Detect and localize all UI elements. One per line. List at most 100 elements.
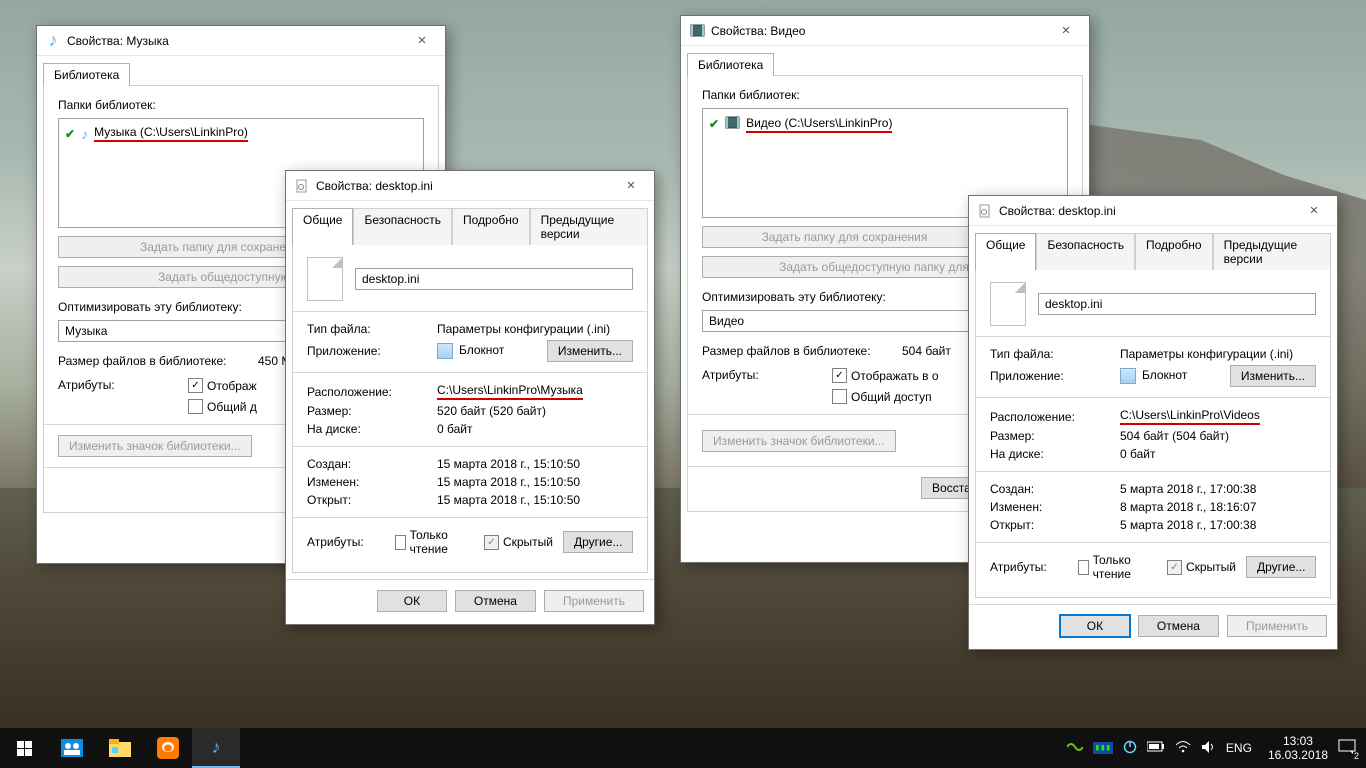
accessed-label: Открыт: xyxy=(307,493,427,507)
task-contacts[interactable] xyxy=(48,728,96,768)
tabs: Библиотека xyxy=(37,56,445,85)
readonly-checkbox[interactable]: Только чтение xyxy=(395,528,460,556)
music-icon: ♪ xyxy=(81,126,88,142)
titlebar[interactable]: Свойства: desktop.ini xyxy=(969,196,1337,226)
folders-label: Папки библиотек: xyxy=(58,98,424,112)
apply-button[interactable]: Применить xyxy=(544,590,644,612)
application-value: Блокнот xyxy=(459,343,504,357)
filename-input[interactable]: desktop.ini xyxy=(1038,293,1316,315)
file-icon xyxy=(294,178,310,194)
library-size-label: Размер файлов в библиотеке: xyxy=(702,344,892,358)
accessed-label: Открыт: xyxy=(990,518,1110,532)
notepad-icon xyxy=(437,343,453,359)
dialog-title: Свойства: Музыка xyxy=(67,34,399,48)
music-icon: ♪ xyxy=(45,33,61,49)
close-button[interactable] xyxy=(1291,196,1337,226)
titlebar[interactable]: Свойства: Видео xyxy=(681,16,1089,46)
notepad-icon xyxy=(1120,368,1136,384)
dialog-title: Свойства: desktop.ini xyxy=(316,179,608,193)
close-button[interactable] xyxy=(399,26,445,56)
set-save-folder-button[interactable]: Задать папку для сохранения xyxy=(702,226,987,248)
clock-time: 13:03 xyxy=(1268,734,1328,748)
list-item[interactable]: ✔ ♪ Музыка (C:\Users\LinkinPro) xyxy=(65,123,417,144)
attributes-label: Атрибуты: xyxy=(307,535,385,549)
accessed-value: 5 марта 2018 г., 17:00:38 xyxy=(1120,518,1256,532)
tab-previous-versions[interactable]: Предыдущие версии xyxy=(1213,233,1331,270)
hidden-checkbox[interactable]: Скрытый xyxy=(484,535,553,550)
folders-label: Папки библиотек: xyxy=(702,88,1068,102)
location-value: C:\Users\LinkinPro\Музыка xyxy=(437,383,583,400)
close-button[interactable] xyxy=(608,171,654,201)
tab-previous-versions[interactable]: Предыдущие версии xyxy=(530,208,648,245)
close-button[interactable] xyxy=(1043,16,1089,46)
cancel-button[interactable]: Отмена xyxy=(1138,615,1219,637)
change-library-icon-button[interactable]: Изменить значок библиотеки... xyxy=(58,435,252,457)
task-uc-browser[interactable] xyxy=(144,728,192,768)
tray-battery-icon[interactable] xyxy=(1147,741,1165,755)
tray-nvidia-icon[interactable] xyxy=(1067,741,1083,756)
folder-path: Музыка (C:\Users\LinkinPro) xyxy=(94,125,248,142)
video-icon xyxy=(725,115,740,133)
change-app-button[interactable]: Изменить... xyxy=(1230,365,1316,387)
application-label: Приложение: xyxy=(307,344,427,358)
tabs: Библиотека xyxy=(681,46,1089,75)
list-item[interactable]: ✔ Видео (C:\Users\LinkinPro) xyxy=(709,113,1061,135)
tab-details[interactable]: Подробно xyxy=(452,208,530,245)
tabs: Общие Безопасность Подробно Предыдущие в… xyxy=(969,226,1337,269)
tray-volume-icon[interactable] xyxy=(1201,740,1216,757)
tray-clock[interactable]: 13:03 16.03.2018 xyxy=(1268,734,1328,762)
tab-library[interactable]: Библиотека xyxy=(687,53,774,76)
created-label: Создан: xyxy=(307,457,427,471)
clock-date: 16.03.2018 xyxy=(1268,748,1328,762)
advanced-attributes-button[interactable]: Другие... xyxy=(563,531,633,553)
tray-language[interactable]: ENG xyxy=(1226,741,1252,755)
tab-panel: desktop.ini Тип файла:Параметры конфигур… xyxy=(975,269,1331,598)
application-value: Блокнот xyxy=(1142,368,1187,382)
public-access-checkbox[interactable]: Общий доступ xyxy=(832,389,939,404)
check-icon: ✔ xyxy=(65,127,75,141)
tab-library[interactable]: Библиотека xyxy=(43,63,130,86)
cancel-button[interactable]: Отмена xyxy=(455,590,536,612)
created-value: 5 марта 2018 г., 17:00:38 xyxy=(1120,482,1256,496)
readonly-checkbox[interactable]: Только чтение xyxy=(1078,553,1143,581)
apply-button[interactable]: Применить xyxy=(1227,615,1327,637)
tab-details[interactable]: Подробно xyxy=(1135,233,1213,270)
task-music-player[interactable]: ♪ xyxy=(192,728,240,768)
modified-value: 15 марта 2018 г., 15:10:50 xyxy=(437,475,580,489)
task-explorer[interactable] xyxy=(96,728,144,768)
tray-wifi-icon[interactable] xyxy=(1175,741,1191,756)
advanced-attributes-button[interactable]: Другие... xyxy=(1246,556,1316,578)
change-library-icon-button[interactable]: Изменить значок библиотеки... xyxy=(702,430,896,452)
size-value: 504 байт (504 байт) xyxy=(1120,429,1229,443)
start-button[interactable] xyxy=(0,728,48,768)
show-in-nav-checkbox[interactable]: Отображать в о xyxy=(832,368,939,383)
video-icon xyxy=(689,23,705,39)
titlebar[interactable]: ♪ Свойства: Музыка xyxy=(37,26,445,56)
tray-battery-indicator[interactable]: ▮▮▮ xyxy=(1093,742,1113,754)
tray-power-icon[interactable] xyxy=(1123,740,1137,757)
location-label: Расположение: xyxy=(307,385,427,399)
titlebar[interactable]: Свойства: desktop.ini xyxy=(286,171,654,201)
size-label: Размер: xyxy=(307,404,427,418)
size-on-disk-label: На диске: xyxy=(307,422,427,436)
modified-value: 8 марта 2018 г., 18:16:07 xyxy=(1120,500,1256,514)
tab-security[interactable]: Безопасность xyxy=(353,208,452,245)
tab-panel: desktop.ini Тип файла:Параметры конфигур… xyxy=(292,244,648,573)
created-value: 15 марта 2018 г., 15:10:50 xyxy=(437,457,580,471)
file-type-icon xyxy=(307,257,343,301)
tab-general[interactable]: Общие xyxy=(292,208,353,245)
tab-general[interactable]: Общие xyxy=(975,233,1036,270)
tray-action-center[interactable]: 2 xyxy=(1338,739,1356,758)
change-app-button[interactable]: Изменить... xyxy=(547,340,633,362)
filename-input[interactable]: desktop.ini xyxy=(355,268,633,290)
size-on-disk-value: 0 байт xyxy=(437,422,472,436)
location-label: Расположение: xyxy=(990,410,1110,424)
desktop-ini-right-dialog: Свойства: desktop.ini Общие Безопасность… xyxy=(968,195,1338,650)
ok-button[interactable]: ОК xyxy=(377,590,447,612)
attributes-label: Атрибуты: xyxy=(58,378,178,392)
public-access-checkbox[interactable]: Общий д xyxy=(188,399,257,414)
show-in-nav-checkbox[interactable]: Отображ xyxy=(188,378,257,393)
hidden-checkbox[interactable]: Скрытый xyxy=(1167,560,1236,575)
ok-button[interactable]: ОК xyxy=(1060,615,1130,637)
tab-security[interactable]: Безопасность xyxy=(1036,233,1135,270)
